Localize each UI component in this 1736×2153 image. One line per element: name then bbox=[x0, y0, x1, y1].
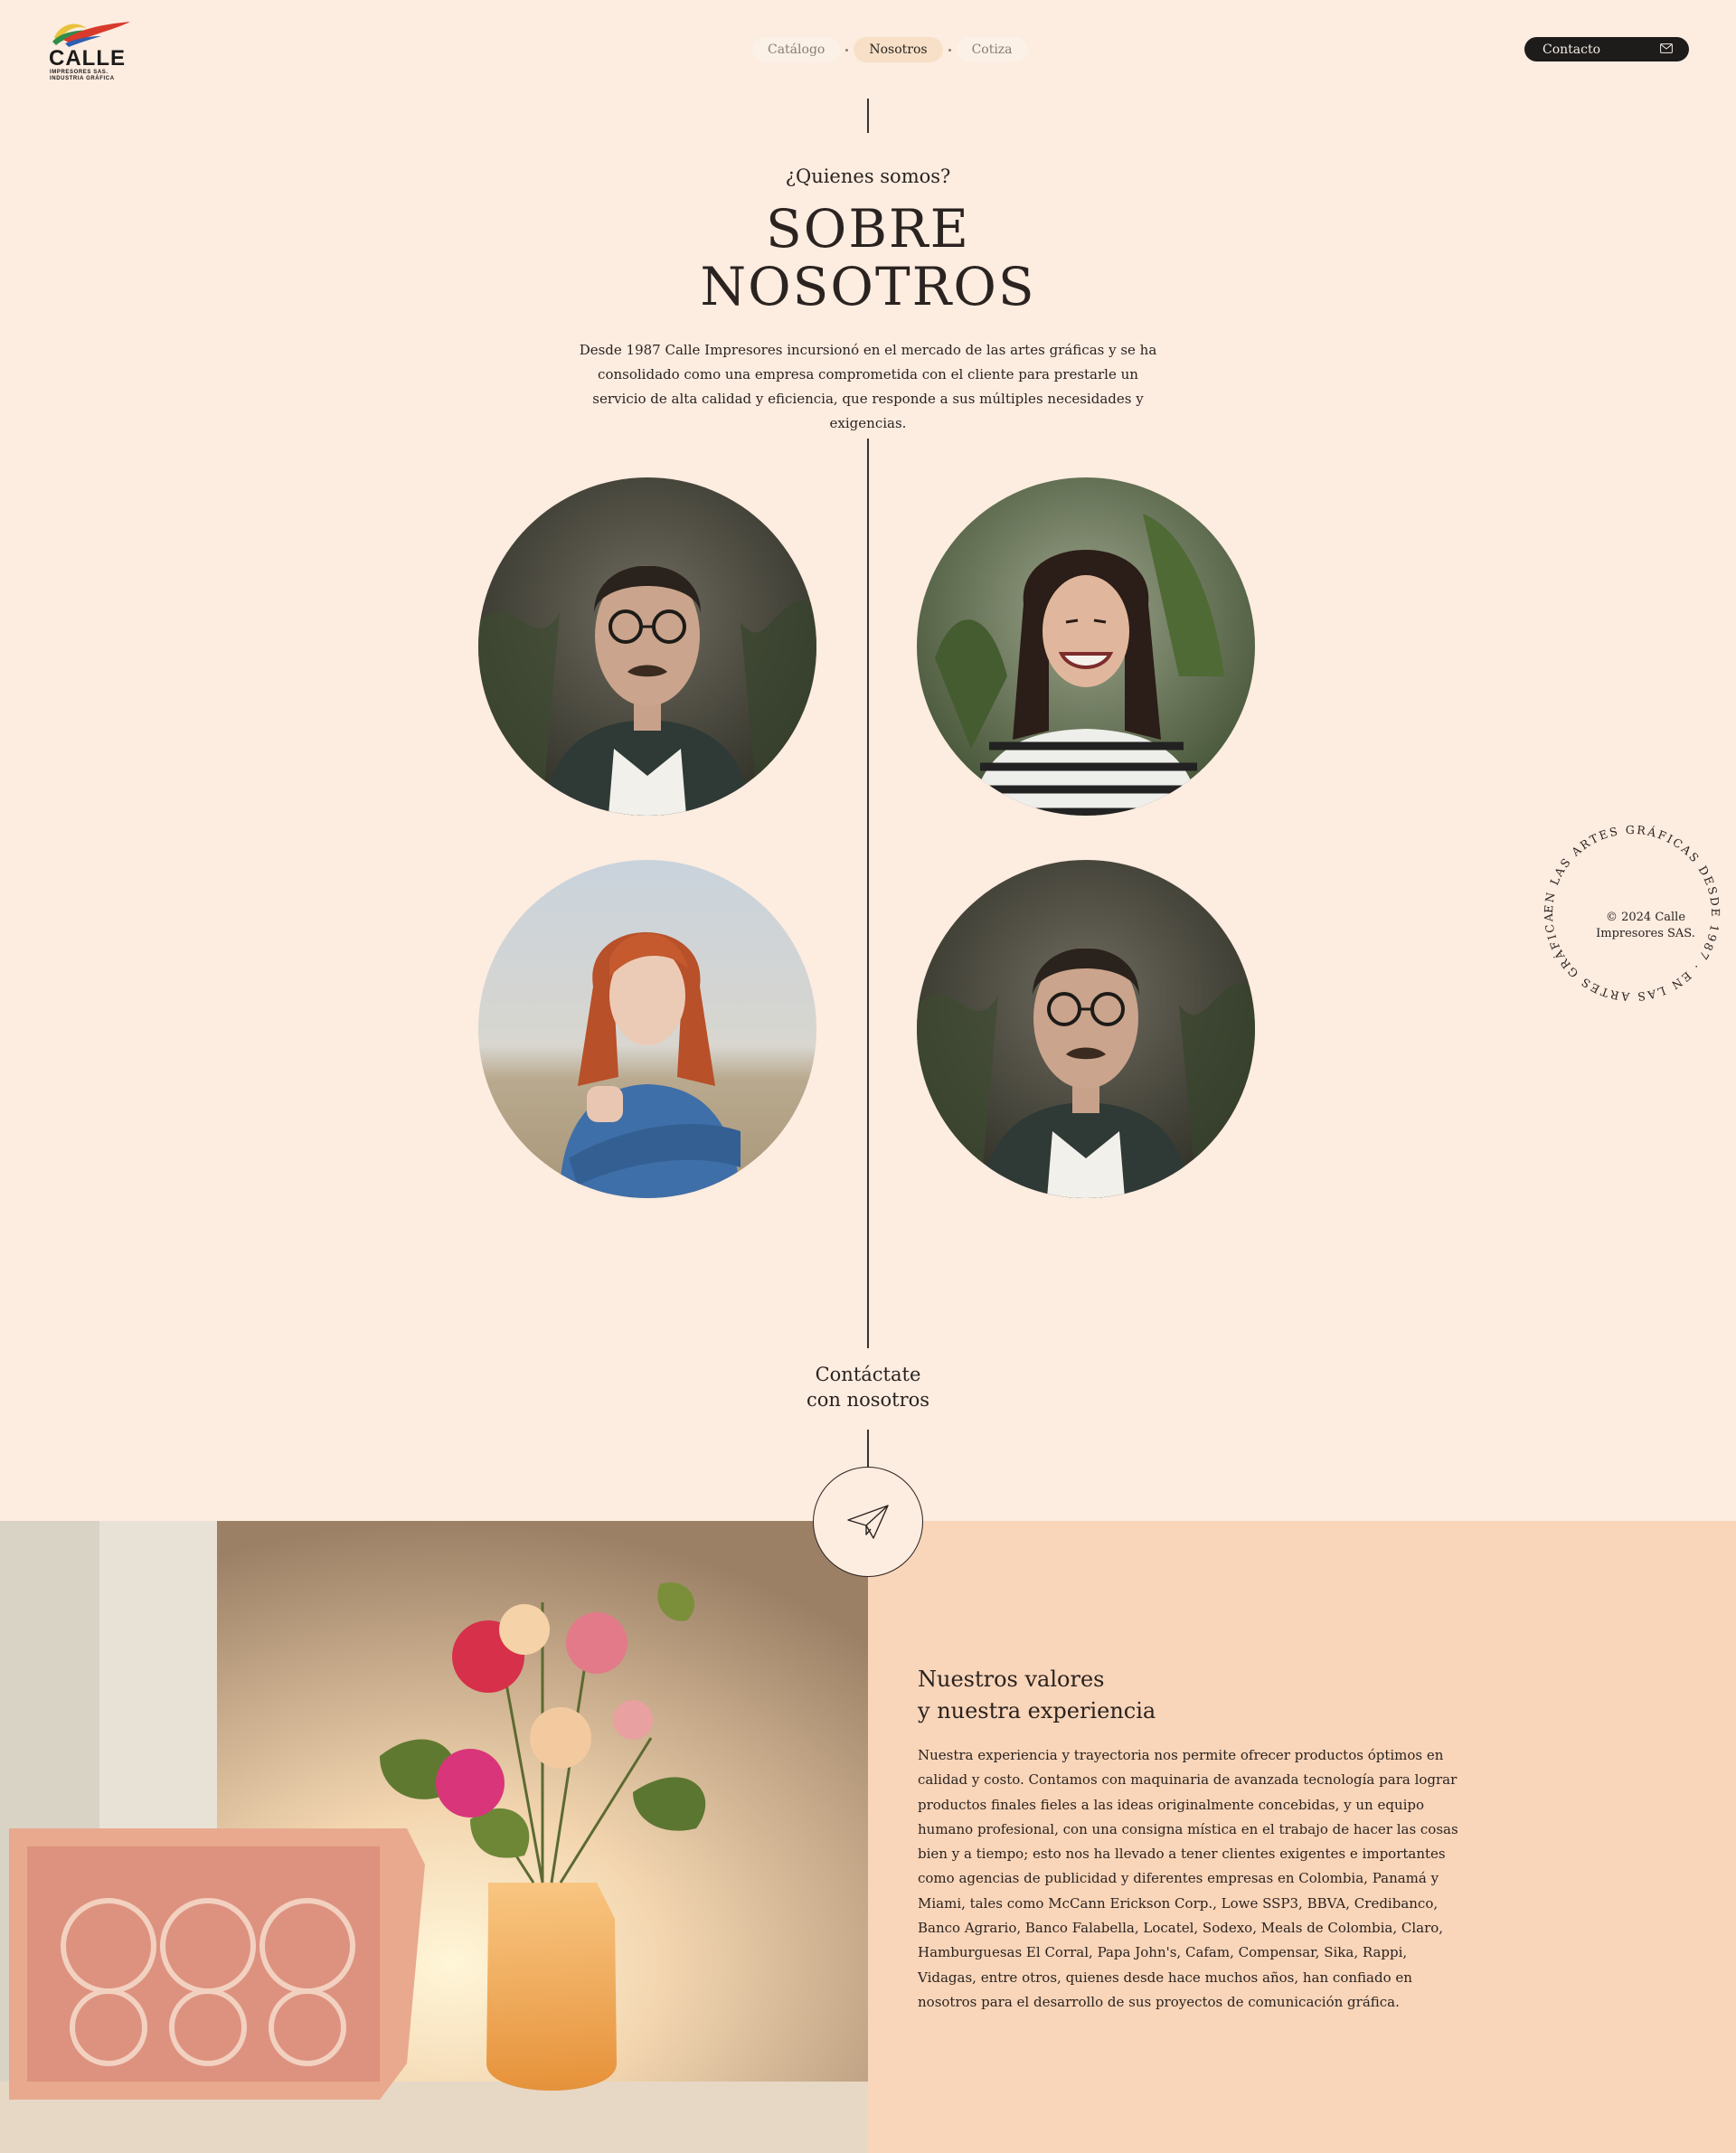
portrait-man-glasses-icon bbox=[917, 860, 1255, 1198]
logo[interactable]: CALLE IMPRESORES SAS. INDUSTRIA GRÁFICA bbox=[47, 18, 134, 81]
values-body: Nuestra experiencia y trayectoria nos pe… bbox=[918, 1747, 1458, 2010]
copyright: © 2024 Calle Impresores SAS. bbox=[1591, 910, 1700, 942]
page-title: SOBRE NOSOTROS bbox=[0, 200, 1736, 316]
nav-item-catalogo[interactable]: Catálogo bbox=[752, 37, 841, 62]
cta-line2: con nosotros bbox=[806, 1389, 930, 1411]
contact-button[interactable]: Contacto bbox=[1524, 37, 1689, 61]
logo-line2: INDUSTRIA GRÁFICA bbox=[50, 76, 115, 81]
divider-line bbox=[867, 1430, 869, 1469]
send-button[interactable] bbox=[813, 1467, 923, 1577]
nav-separator bbox=[845, 48, 849, 52]
contact-button-label: Contacto bbox=[1543, 42, 1601, 57]
team-photo-3 bbox=[478, 860, 816, 1198]
logo-brand: CALLE bbox=[49, 46, 126, 71]
title-line1: SOBRE bbox=[766, 198, 970, 260]
flowers-photo bbox=[0, 1521, 868, 2153]
values-title-line1: Nuestros valores bbox=[918, 1667, 1105, 1692]
nav-item-cotiza[interactable]: Cotiza bbox=[956, 37, 1028, 62]
logo-swoosh-icon bbox=[52, 22, 130, 47]
values-title: Nuestros valores y nuestra experiencia bbox=[918, 1664, 1156, 1727]
nav-item-nosotros[interactable]: Nosotros bbox=[854, 37, 943, 62]
mail-icon bbox=[1660, 42, 1673, 57]
portrait-woman-laughing-icon bbox=[917, 477, 1255, 816]
portrait-man-glasses-icon bbox=[478, 477, 816, 816]
center-divider-line bbox=[867, 439, 869, 1348]
nav-separator bbox=[948, 48, 951, 52]
team-photo-4 bbox=[917, 860, 1255, 1198]
team-photo-1 bbox=[478, 477, 816, 816]
main-nav: Catálogo Nosotros Cotiza bbox=[752, 36, 1028, 63]
copyright-line1: © 2024 Calle bbox=[1605, 911, 1686, 924]
about-description: Desde 1987 Calle Impresores incursionó e… bbox=[579, 342, 1157, 431]
team-photo-2 bbox=[917, 477, 1255, 816]
rotating-badge: EN LAS ARTES GRÁFICAS DESDE 1987 · EN LA… bbox=[1537, 818, 1727, 1008]
contact-cta[interactable]: Contáctate con nosotros bbox=[0, 1362, 1736, 1412]
section-eyebrow: ¿Quienes somos? bbox=[785, 165, 951, 187]
divider-line bbox=[867, 99, 869, 133]
values-title-line2: y nuestra experiencia bbox=[918, 1698, 1156, 1723]
cta-line1: Contáctate bbox=[815, 1364, 921, 1385]
values-section: Nuestros valores y nuestra experiencia N… bbox=[868, 1521, 1736, 2153]
logo-line1: IMPRESORES SAS. bbox=[50, 70, 108, 75]
paper-plane-icon bbox=[847, 1505, 889, 1539]
copyright-line2: Impresores SAS. bbox=[1596, 927, 1695, 940]
flower-vase-icon bbox=[0, 1521, 868, 2153]
title-line2: NOSOTROS bbox=[700, 256, 1036, 317]
portrait-woman-redhead-icon bbox=[478, 860, 816, 1198]
